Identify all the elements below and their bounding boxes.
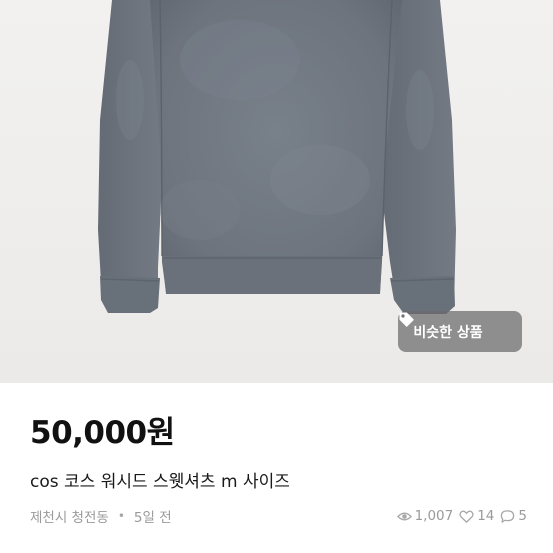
eye-icon [396,509,412,524]
posted-time: 5일 전 [133,510,172,526]
similar-products-label: 비슷한 상품 [413,324,483,341]
chat-bubble-icon [500,509,515,524]
location-time: 제천시 청전동 • 5일 전 [30,506,172,526]
location-text[interactable]: 제천시 청전동 [30,506,109,526]
heart-icon [459,509,474,524]
product-price: 50,000원 [30,415,175,451]
product-meta-row: 제천시 청전동 • 5일 전 1,007 14 5 [30,505,527,527]
separator-dot: • [117,509,125,523]
likes-count: 14 [477,508,495,524]
chats-stat: 5 [500,508,527,524]
product-title: cos 코스 워시드 스웻셔츠 m 사이즈 [30,472,290,492]
product-stats: 1,007 14 5 [396,508,527,524]
likes-stat: 14 [459,508,494,524]
tag-icon [399,312,507,340]
views-count: 1,007 [414,508,454,524]
views-stat: 1,007 [396,508,454,524]
chats-count: 5 [518,508,527,524]
similar-products-button[interactable]: 비슷한 상품 [398,311,522,352]
product-detail-page: 비슷한 상품 50,000원 cos 코스 워시드 스웻셔츠 m 사이즈 제천시… [0,0,553,553]
product-photo[interactable]: 비슷한 상품 [0,0,553,383]
